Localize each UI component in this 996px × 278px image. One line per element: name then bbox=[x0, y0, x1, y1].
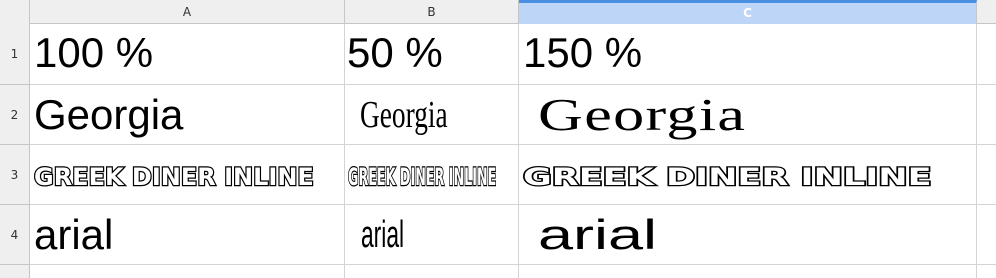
grid-line-row-2 bbox=[30, 144, 996, 145]
cell-b1[interactable]: 50 % bbox=[347, 27, 517, 83]
cell-c1[interactable]: 150 % bbox=[523, 27, 975, 83]
cell-b4[interactable]: arial bbox=[361, 205, 517, 263]
select-all-corner[interactable] bbox=[0, 0, 30, 24]
cell-c3-text: GREEK DINER INLINE bbox=[523, 162, 933, 192]
grid-line-row-4 bbox=[30, 264, 996, 265]
cell-c4[interactable]: arial bbox=[538, 205, 975, 263]
grid-line-col-b bbox=[518, 24, 519, 278]
cell-b3-text: GREEK DINER INLINE bbox=[348, 162, 497, 192]
cell-b2[interactable]: Georgia bbox=[360, 86, 517, 143]
cell-b3[interactable]: GREEK DINER INLINE bbox=[348, 146, 517, 203]
cell-a4[interactable]: arial bbox=[34, 205, 342, 263]
cell-c1-text: 150 % bbox=[523, 29, 643, 76]
row-header-3[interactable]: 3 bbox=[0, 145, 30, 205]
cell-c3[interactable]: GREEK DINER INLINE bbox=[523, 146, 975, 203]
cell-c2-text: Georgia bbox=[538, 89, 747, 140]
column-header-a[interactable]: A bbox=[30, 0, 345, 24]
cell-a3-text: GREEK DINER INLINE bbox=[34, 162, 315, 192]
cell-c4-text: arial bbox=[538, 211, 658, 258]
column-header-b[interactable]: B bbox=[345, 0, 519, 24]
cell-b4-text: arial bbox=[361, 214, 405, 256]
grid-line-row-1 bbox=[30, 84, 996, 85]
cell-b2-text: Georgia bbox=[360, 94, 448, 136]
cell-a2-text: Georgia bbox=[34, 91, 184, 138]
cell-c2[interactable]: Georgia bbox=[538, 86, 975, 143]
row-header-5[interactable] bbox=[0, 265, 30, 278]
row-header-2[interactable]: 2 bbox=[0, 85, 30, 145]
cell-a3[interactable]: GREEK DINER INLINE bbox=[34, 146, 342, 203]
row-header-4[interactable]: 4 bbox=[0, 205, 30, 265]
cell-a1[interactable]: 100 % bbox=[34, 27, 342, 83]
grid-line-col-a bbox=[344, 24, 345, 278]
cell-b1-text: 50 % bbox=[347, 29, 443, 76]
column-header-d[interactable] bbox=[977, 0, 996, 24]
spreadsheet-grid: A B C 1 2 3 4 100 % 50 % 150 % Georgia G… bbox=[0, 0, 996, 278]
column-header-c[interactable]: C bbox=[519, 0, 977, 24]
cell-a2[interactable]: Georgia bbox=[34, 86, 342, 143]
grid-line-col-c bbox=[976, 24, 977, 278]
row-header-1[interactable]: 1 bbox=[0, 24, 30, 85]
cell-a4-text: arial bbox=[34, 211, 114, 258]
cell-a1-text: 100 % bbox=[34, 29, 154, 76]
